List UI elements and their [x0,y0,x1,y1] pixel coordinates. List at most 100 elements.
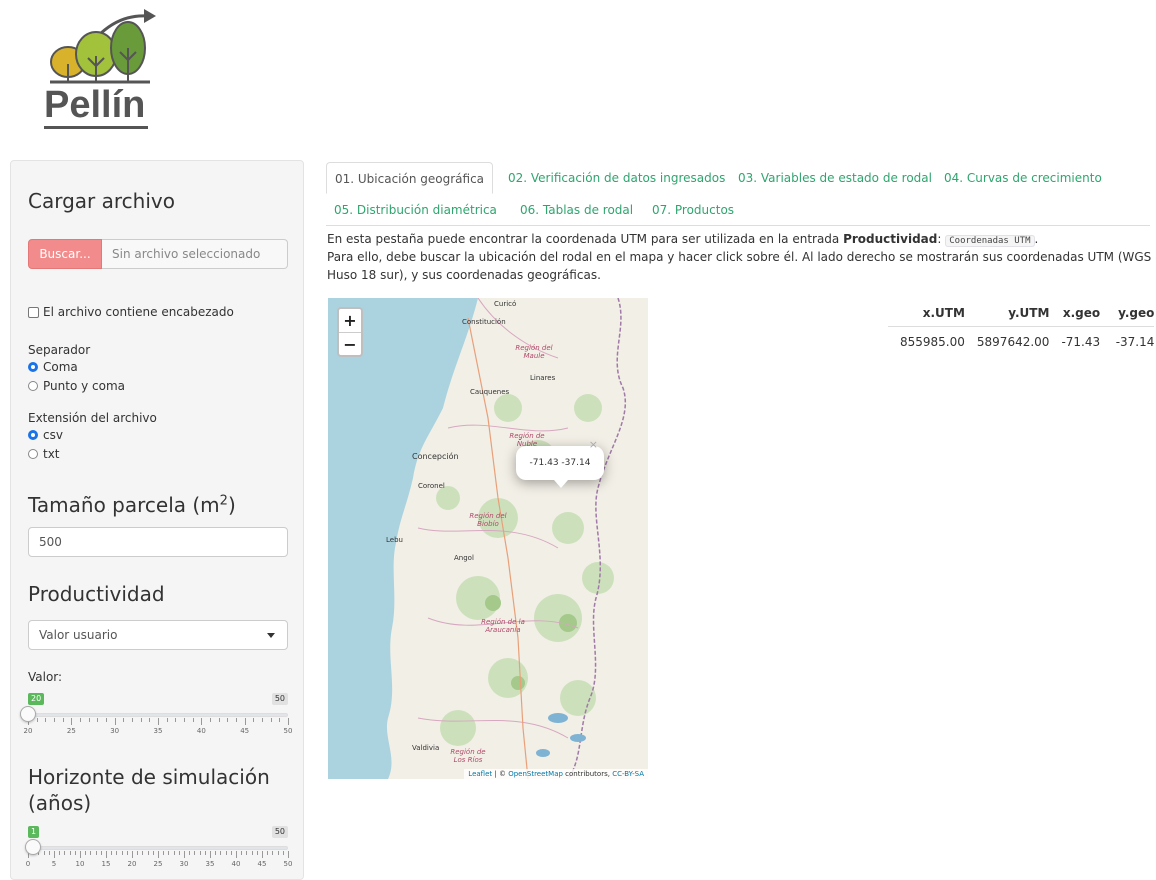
slider-tick-label: 25 [66,727,76,735]
slider-max-badge: 50 [271,693,288,705]
slider-tick [132,851,133,858]
slider-tick [241,851,243,855]
slider-tick [210,718,211,722]
slider-tick [204,851,206,855]
map-label-los-rios: Región de Los Ríos [450,748,486,764]
slider-tick [74,851,76,855]
zoom-in-button[interactable]: + [339,309,361,332]
slider-tick [236,718,237,722]
column-header: x.UTM [888,302,965,327]
pellin-logo: Pellín [40,6,168,132]
map-label-curico: Curicó [494,300,517,308]
tab-variables[interactable]: 03. Variables de estado de rodal [730,162,940,194]
slider-handle[interactable] [20,706,36,722]
tab-verificacion[interactable]: 02. Verificación de datos ingresados [500,162,733,194]
leaflet-link[interactable]: Leaflet [468,770,492,778]
slider-tick [114,718,116,725]
slider-tick [147,851,149,855]
slider-ticks [28,851,289,859]
radio-icon[interactable] [28,449,38,459]
tab-tablas[interactable]: 06. Tablas de rodal [512,194,641,226]
extension-label: Extensión del archivo [28,411,157,425]
slider-tick-label: 5 [51,860,57,868]
slider-tick [215,851,217,855]
column-header: y.UTM [964,302,1050,327]
slider-tick [100,851,102,855]
slider-tick [251,851,253,855]
zoom-out-button[interactable]: − [339,333,361,356]
popup-text: -71.43 -37.14 [529,458,591,468]
tab-curvas[interactable]: 04. Curvas de crecimiento [936,162,1110,194]
plot-size-superscript: 2 [219,493,228,509]
tab-distribucion[interactable]: 05. Distribución diamétrica [326,194,505,226]
slider-tick [140,718,142,722]
slider-tick [225,851,227,855]
separator-option-label: Coma [43,360,78,374]
slider-tick [194,851,196,855]
browse-button[interactable]: Buscar... [28,239,102,269]
radio-icon[interactable] [28,362,38,372]
slider-tick [80,851,81,858]
tab-productos[interactable]: 07. Productos [644,194,742,226]
slider-tick [220,851,222,855]
slider-tick [69,851,71,855]
slider-tick-label: 45 [257,860,267,868]
map-label-concepcion: Concepción [412,452,459,461]
close-icon[interactable]: × [589,435,598,455]
slider-value-badge: 1 [28,826,40,838]
license-link[interactable]: CC-BY-SA [612,770,644,778]
slider-tick [48,851,50,855]
osm-link[interactable]: OpenStreetMap [508,770,563,778]
map-label-linares: Linares [530,374,556,382]
separator-option-comma[interactable]: Coma [28,360,78,374]
value-slider[interactable]: 20 50 20 25 30 35 40 45 50 [20,693,292,737]
description-code: Coordenadas UTM [945,235,1035,247]
logo-underline [44,126,148,129]
slider-tick-label: 30 [110,727,120,735]
slider-tick [175,718,177,722]
description-colon: : [937,232,942,246]
slider-tick-label: 15 [101,860,111,868]
slider-tick [267,851,269,855]
header-checkbox[interactable] [28,306,39,318]
slider-track[interactable] [28,846,288,850]
column-header: y.geo [1100,302,1155,327]
slider-tick [80,718,81,722]
slider-tick [106,718,107,722]
slider-tick [236,851,237,858]
file-upload[interactable]: Buscar... Sin archivo seleccionado [28,239,288,269]
map-label-coronel: Coronel [418,482,445,490]
leaflet-map[interactable]: Curicó Constitución Región del Maule Lin… [328,298,648,779]
tree-logo-icon [50,9,156,84]
slider-tick [116,851,118,855]
extension-option-label: txt [43,447,60,461]
horizon-title: Horizonte de simulación (años) [28,765,270,815]
extension-option-txt[interactable]: txt [28,447,60,461]
header-checkbox-row[interactable]: El archivo contiene encabezado [28,305,234,319]
plot-size-input[interactable]: 500 [28,527,288,557]
slider-tick [288,851,289,858]
slider-track[interactable] [28,713,288,717]
table-header-row: x.UTM y.UTM x.geo y.geo [888,302,1155,327]
slider-tick [288,718,289,725]
slider-tick [142,851,144,855]
slider-tick [88,718,90,722]
radio-icon[interactable] [28,381,38,391]
tab-ubicacion[interactable]: 01. Ubicación geográfica [326,162,494,194]
attribution-contributors: contributors, [562,770,613,778]
slider-tick [43,851,45,855]
radio-icon[interactable] [28,430,38,440]
map-label-lebu: Lebu [386,536,403,544]
separator-option-semicolon[interactable]: Punto y coma [28,379,125,393]
slider-tick [59,851,61,855]
coordinates-table: x.UTM y.UTM x.geo y.geo 855985.00 589764… [888,302,1155,353]
productivity-select[interactable]: Valor usuario [28,620,288,650]
slider-tick [279,718,281,722]
slider-tick [62,718,64,722]
map-tiles [328,298,648,779]
extension-option-csv[interactable]: csv [28,428,63,442]
slider-tick [64,851,66,855]
slider-tick [85,851,87,855]
slider-tick-label: 35 [205,860,215,868]
horizon-slider[interactable]: 1 50 0 5 10 15 20 25 30 35 40 45 50 [25,826,292,870]
